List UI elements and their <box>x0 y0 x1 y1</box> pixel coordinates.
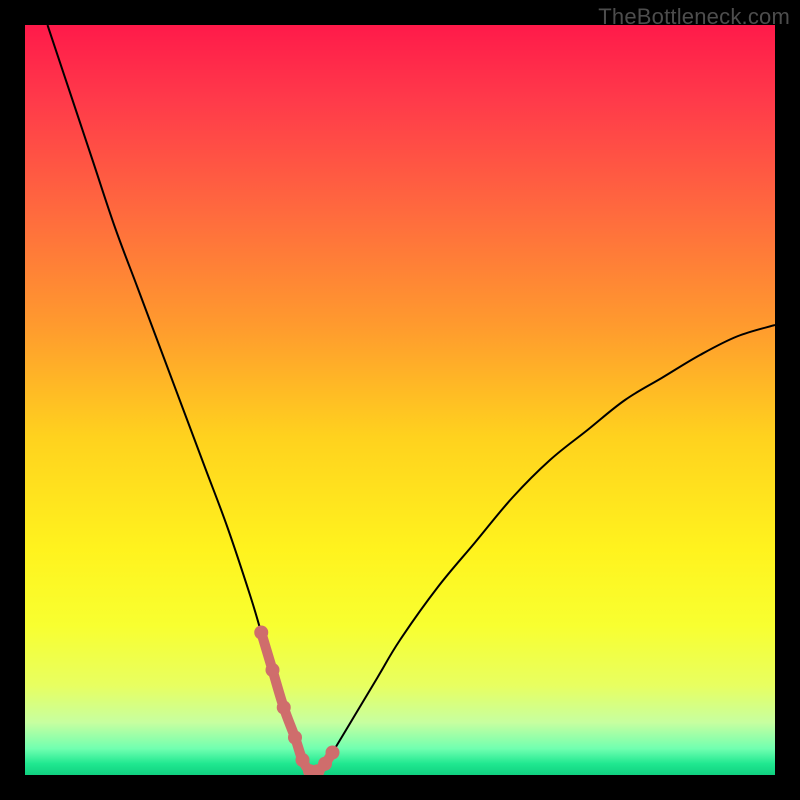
chart-frame <box>25 25 775 775</box>
highlight-dot <box>277 701 291 715</box>
highlight-dot <box>326 746 340 760</box>
highlight-dot <box>266 663 280 677</box>
highlight-segment <box>261 633 332 773</box>
bottleneck-curve <box>48 25 776 773</box>
highlight-dot <box>254 626 268 640</box>
highlight-dot <box>288 731 302 745</box>
watermark-text: TheBottleneck.com <box>598 4 790 30</box>
chart-overlay <box>25 25 775 775</box>
